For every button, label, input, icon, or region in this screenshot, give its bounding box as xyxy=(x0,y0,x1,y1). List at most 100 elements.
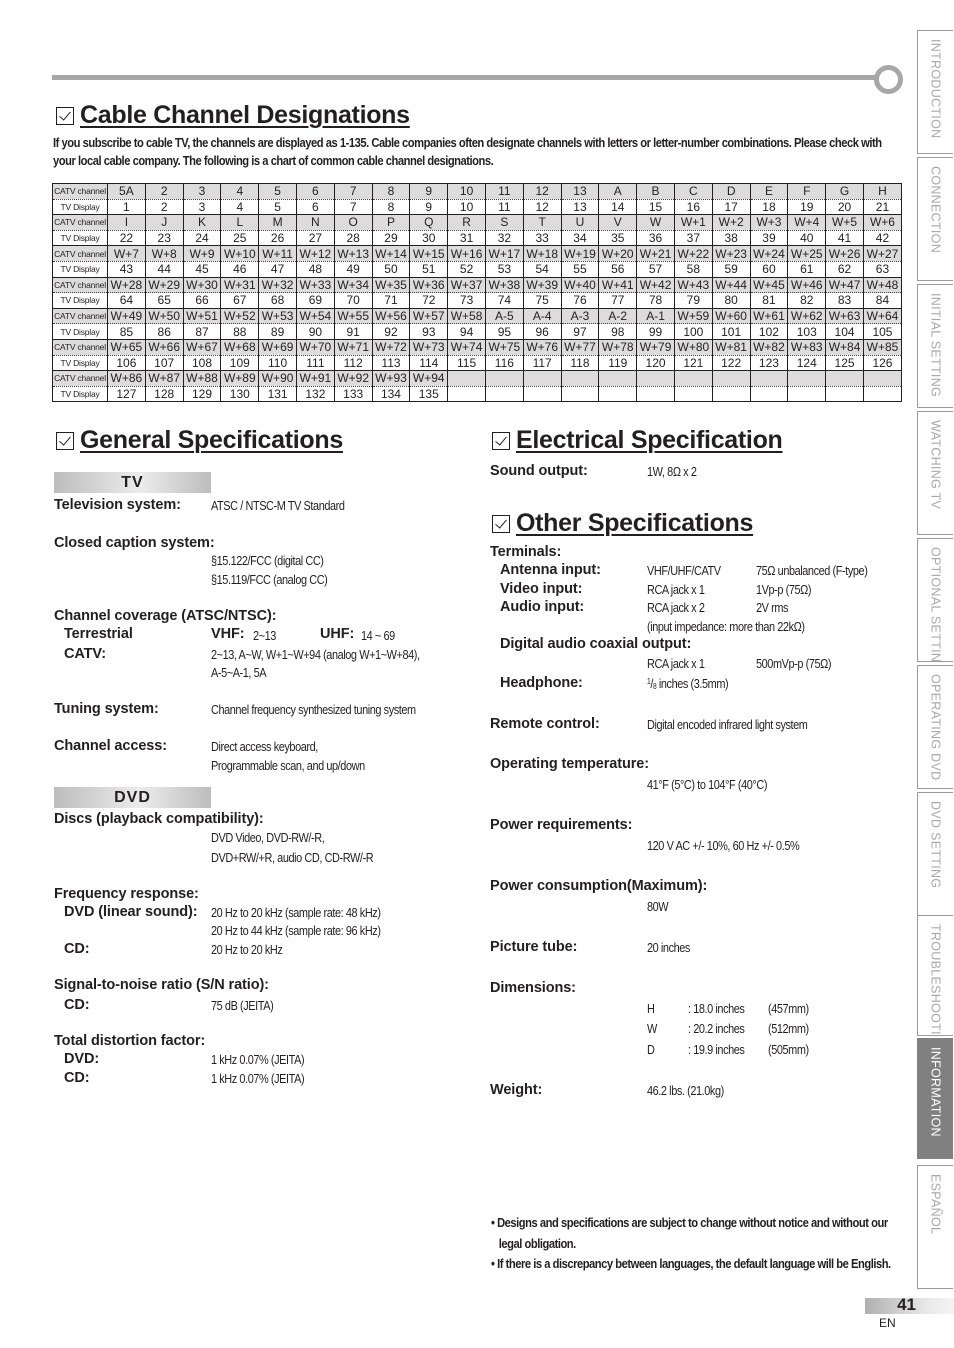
catv-channel-cell: W+80 xyxy=(673,338,713,356)
checkbox-icon xyxy=(56,106,74,125)
chapter-tab-dvd-setting[interactable]: DVD SETTING xyxy=(917,792,953,916)
tv-display-cell: 37 xyxy=(673,230,713,246)
tv-display-cell: 91 xyxy=(333,323,373,340)
cable-section-title: Cable Channel Designations xyxy=(56,101,410,130)
tv-display-cell: 92 xyxy=(371,323,411,340)
catv-channel-cell: W xyxy=(636,214,675,231)
catv-channel-cell: T xyxy=(522,214,562,231)
vhf-value: 2~13 xyxy=(253,628,276,643)
catv-channel-cell: W+91 xyxy=(295,370,335,387)
tv-display-cell: 29 xyxy=(371,230,411,246)
dimension-inches: : 19.9 inches xyxy=(688,1042,745,1057)
chapter-tab-information[interactable]: INFORMATION xyxy=(917,1038,953,1159)
catv-channel-cell xyxy=(484,370,524,387)
catv-channel-cell: W+57 xyxy=(409,307,449,325)
tv-display-cell: 12 xyxy=(522,199,562,215)
chapter-tab-introduction[interactable]: INTRODUCTION xyxy=(917,30,953,154)
catv-channel-cell: W+33 xyxy=(295,276,335,294)
tv-display-cell: 66 xyxy=(182,292,222,309)
tv-display-cell: 44 xyxy=(144,261,184,278)
catv-channel-cell: 3 xyxy=(182,183,222,200)
catv-channel-cell: I xyxy=(107,214,146,231)
tv-display-cell: 115 xyxy=(447,355,486,371)
remote-control-value: Digital encoded infrared light system xyxy=(647,717,808,732)
tv-display-cell: 54 xyxy=(522,261,562,278)
operating-temperature-label: Operating temperature: xyxy=(490,756,649,772)
catv-channel-cell: W+17 xyxy=(484,245,524,262)
dimensions-label: Dimensions: xyxy=(490,980,576,996)
chapter-tab-optional-setting[interactable]: OPTIONAL SETTING xyxy=(917,538,953,662)
tv-display-cell: 114 xyxy=(409,355,449,371)
tv-display-cell: 3 xyxy=(182,199,222,215)
catv-channel-cell: A-2 xyxy=(598,307,638,325)
channel-access-value: Programmable scan, and up/down xyxy=(211,758,365,773)
tv-display-cell: 93 xyxy=(409,323,449,340)
chapter-tab-espanol[interactable]: ESPAÑOL xyxy=(917,1165,953,1289)
catv-channel-row: CATV channel W+65 W+66 W+67 W+68 W+69 W+70 W+71… xyxy=(52,338,903,356)
antenna-input-spec: 75Ω unbalanced (F-type) xyxy=(756,563,868,578)
tv-display-row: TV Display 127 128 129 130 131 132 133 134 135 xyxy=(52,386,903,403)
tv-display-cell: 45 xyxy=(182,261,222,278)
catv-channel-cell: W+8 xyxy=(144,245,184,262)
catv-channel-cell: W+15 xyxy=(409,245,449,262)
tv-display-cell: 102 xyxy=(749,323,789,340)
audio-input-spec: 2V rms xyxy=(756,600,789,615)
catv-channel-cell: W+89 xyxy=(220,370,260,387)
tv-display-cell: 1 xyxy=(107,199,146,215)
tv-display-cell: 55 xyxy=(560,261,600,278)
tv-display-cell: 11 xyxy=(484,199,524,215)
note-item: • If there is a discrepancy between lang… xyxy=(491,1256,891,1271)
catv-channel-cell: W+67 xyxy=(182,338,222,356)
chapter-tab-label: DVD SETTING xyxy=(928,801,943,889)
catv-channel-cell: W+55 xyxy=(333,307,373,325)
chapter-tab-troubleshooting[interactable]: TROUBLESHOOTING xyxy=(917,915,953,1036)
tv-display-cell: 30 xyxy=(409,230,449,246)
weight-label: Weight: xyxy=(490,1082,543,1098)
page-number: 41 xyxy=(897,1295,916,1314)
antenna-input-type: VHF/UHF/CATV xyxy=(647,563,721,578)
digital-audio-output-label: Digital audio coaxial output: xyxy=(500,636,692,652)
catv-channel-cell: 5A xyxy=(107,183,146,200)
catv-channel-cell: W+34 xyxy=(333,276,373,294)
tv-display-cell: 128 xyxy=(144,386,184,403)
chapter-tab-connection[interactable]: CONNECTION xyxy=(917,157,953,281)
catv-channel-cell: K xyxy=(182,214,222,231)
tv-display-cell: 32 xyxy=(484,230,524,246)
tv-display-cell: 108 xyxy=(182,355,222,371)
tv-display-row: TV Display 1 2 3 4 5 6 7 8 9 10 11 12 13 14 15 16 17 18 19 2… xyxy=(52,199,903,215)
tv-display-cell: 104 xyxy=(825,323,864,340)
tv-display-cell: 19 xyxy=(787,199,827,215)
catv-channel-cell: W+4 xyxy=(787,214,827,231)
tv-display-cell: 97 xyxy=(560,323,600,340)
catv-channel-cell: 13 xyxy=(560,183,600,200)
catv-channel-cell: W+66 xyxy=(144,338,184,356)
catv-channel-cell: W+32 xyxy=(258,276,297,294)
catv-channel-cell: R xyxy=(447,214,486,231)
catv-channel-row: CATV channel I J K L M N O P Q R S T U V W W+1 W+2 W+3 W+4 W… xyxy=(52,214,903,231)
tv-display-cell xyxy=(862,386,903,403)
catv-channel-cell: J xyxy=(144,214,184,231)
tv-display-cell: 77 xyxy=(598,292,638,309)
distortion-cd-value: 1 kHz 0.07% (JEITA) xyxy=(211,1071,305,1086)
tv-display-cell: 59 xyxy=(711,261,751,278)
tv-display-cell: 33 xyxy=(522,230,562,246)
terrestrial-label: Terrestrial xyxy=(64,626,133,642)
tv-display-cell: 68 xyxy=(258,292,297,309)
other-section-title: Other Specifications xyxy=(492,509,753,538)
section-title-text: Cable Channel Designations xyxy=(80,101,410,129)
catv-channel-cell: W+14 xyxy=(371,245,411,262)
catv-channel-cell: W+18 xyxy=(522,245,562,262)
catv-channel-cell: W+3 xyxy=(749,214,789,231)
dvd-linear-sound-label: DVD (linear sound): xyxy=(64,904,198,920)
chapter-tab-operating-dvd[interactable]: OPERATING DVD xyxy=(917,665,953,789)
catv-channel-cell: W+23 xyxy=(711,245,751,262)
catv-channel-cell: E xyxy=(749,183,789,200)
catv-channel-cell: W+27 xyxy=(862,245,903,262)
catv-channel-cell: 6 xyxy=(295,183,335,200)
chapter-tab-watching-tv[interactable]: WATCHING TV xyxy=(917,411,953,535)
chapter-tab-initial-setting[interactable]: INITIAL SETTING xyxy=(917,284,953,408)
catv-channel-cell: W+38 xyxy=(484,276,524,294)
tv-display-cell: 53 xyxy=(484,261,524,278)
catv-channel-row: CATV channel W+49 W+50 W+51 W+52 W+53 W+54 W+55… xyxy=(52,307,903,325)
catv-channel-cell: P xyxy=(371,214,411,231)
